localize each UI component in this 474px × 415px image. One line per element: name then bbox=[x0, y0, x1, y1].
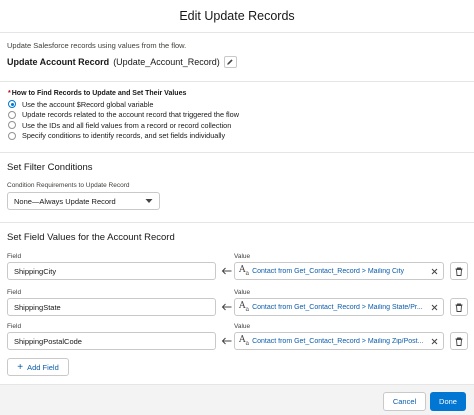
modal-header: Edit Update Records bbox=[0, 0, 474, 33]
edit-element-button[interactable] bbox=[223, 56, 237, 68]
delete-row-button[interactable] bbox=[450, 298, 468, 316]
plus-icon: + bbox=[17, 361, 24, 373]
close-icon[interactable] bbox=[430, 303, 439, 312]
radio-option-ids-from-record[interactable]: Use the IDs and all field values from a … bbox=[8, 120, 239, 131]
trash-icon bbox=[455, 303, 463, 312]
text-aa-icon: Aa bbox=[239, 265, 250, 277]
divider bbox=[0, 81, 474, 82]
radio-label: Use the account $Record global variable bbox=[22, 99, 154, 109]
condition-select[interactable]: None—Always Update Record bbox=[7, 192, 160, 210]
text-aa-icon: Aa bbox=[239, 301, 250, 313]
condition-label: Condition Requirements to Update Record bbox=[7, 182, 130, 189]
delete-row-button[interactable] bbox=[450, 332, 468, 350]
field-values-section-title: Set Field Values for the Account Record bbox=[7, 232, 175, 243]
field-input[interactable]: ShippingState bbox=[7, 298, 216, 316]
text-aa-icon: Aa bbox=[239, 335, 250, 347]
close-icon[interactable] bbox=[430, 267, 439, 276]
intro-text: Update Salesforce records using values f… bbox=[7, 41, 187, 50]
radio-option-specify-conditions[interactable]: Specify conditions to identify records, … bbox=[8, 131, 239, 142]
cancel-button[interactable]: Cancel bbox=[383, 392, 426, 411]
field-input-value: ShippingCity bbox=[14, 266, 57, 276]
arrow-left-icon bbox=[220, 335, 232, 347]
close-icon[interactable] bbox=[430, 337, 439, 346]
chevron-down-icon bbox=[145, 199, 153, 203]
radio-button[interactable] bbox=[8, 121, 16, 130]
radio-label: Specify conditions to identify records, … bbox=[22, 131, 226, 141]
element-label: Update Account Record bbox=[7, 57, 110, 67]
value-input[interactable]: Aa Contact from Get_Contact_Record > Mai… bbox=[234, 262, 444, 280]
field-label: Field bbox=[7, 323, 22, 330]
radio-button[interactable] bbox=[8, 100, 16, 109]
value-pill-text: Contact from Get_Contact_Record > Mailin… bbox=[252, 303, 423, 311]
field-input[interactable]: ShippingCity bbox=[7, 262, 216, 280]
element-header: Update Account Record (Update_Account_Re… bbox=[7, 56, 237, 68]
find-records-label-text: How to Find Records to Update and Set Th… bbox=[11, 90, 187, 97]
field-label: Field bbox=[7, 253, 22, 260]
radio-label: Use the IDs and all field values from a … bbox=[22, 120, 232, 130]
add-field-label: Add Field bbox=[27, 362, 59, 372]
field-label: Field bbox=[7, 289, 22, 296]
divider bbox=[0, 222, 474, 223]
value-pill-text: Contact from Get_Contact_Record > Mailin… bbox=[252, 267, 405, 275]
condition-select-value: None—Always Update Record bbox=[14, 196, 116, 206]
add-field-button[interactable]: + Add Field bbox=[7, 358, 69, 376]
value-label: Value bbox=[234, 253, 251, 260]
field-input[interactable]: ShippingPostalCode bbox=[7, 332, 216, 350]
radio-option-related-records[interactable]: Update records related to the account re… bbox=[8, 110, 239, 121]
value-label: Value bbox=[234, 323, 251, 330]
value-input[interactable]: Aa Contact from Get_Contact_Record > Mai… bbox=[234, 332, 444, 350]
done-button[interactable]: Done bbox=[430, 392, 466, 411]
value-label: Value bbox=[234, 289, 251, 296]
delete-row-button[interactable] bbox=[450, 262, 468, 280]
radio-label: Update records related to the account re… bbox=[22, 110, 240, 120]
field-input-value: ShippingState bbox=[14, 302, 61, 312]
element-api-name: (Update_Account_Record) bbox=[113, 57, 220, 67]
radio-button[interactable] bbox=[8, 110, 16, 119]
filter-section-title: Set Filter Conditions bbox=[7, 162, 93, 173]
required-marker: * bbox=[8, 90, 11, 97]
trash-icon bbox=[455, 337, 463, 346]
trash-icon bbox=[455, 267, 463, 276]
arrow-left-icon bbox=[220, 301, 232, 313]
find-records-radio-group: Use the account $Record global variable … bbox=[8, 99, 239, 141]
field-input-value: ShippingPostalCode bbox=[14, 336, 82, 346]
value-pill-text: Contact from Get_Contact_Record > Mailin… bbox=[252, 337, 424, 345]
modal-title: Edit Update Records bbox=[179, 9, 295, 23]
radio-option-record-variable[interactable]: Use the account $Record global variable bbox=[8, 99, 239, 110]
pencil-icon bbox=[227, 59, 233, 65]
radio-button[interactable] bbox=[8, 131, 16, 140]
divider bbox=[0, 152, 474, 153]
arrow-left-icon bbox=[220, 265, 232, 277]
value-input[interactable]: Aa Contact from Get_Contact_Record > Mai… bbox=[234, 298, 444, 316]
modal-footer: Cancel Done bbox=[0, 384, 474, 415]
find-records-label: *How to Find Records to Update and Set T… bbox=[8, 90, 186, 97]
